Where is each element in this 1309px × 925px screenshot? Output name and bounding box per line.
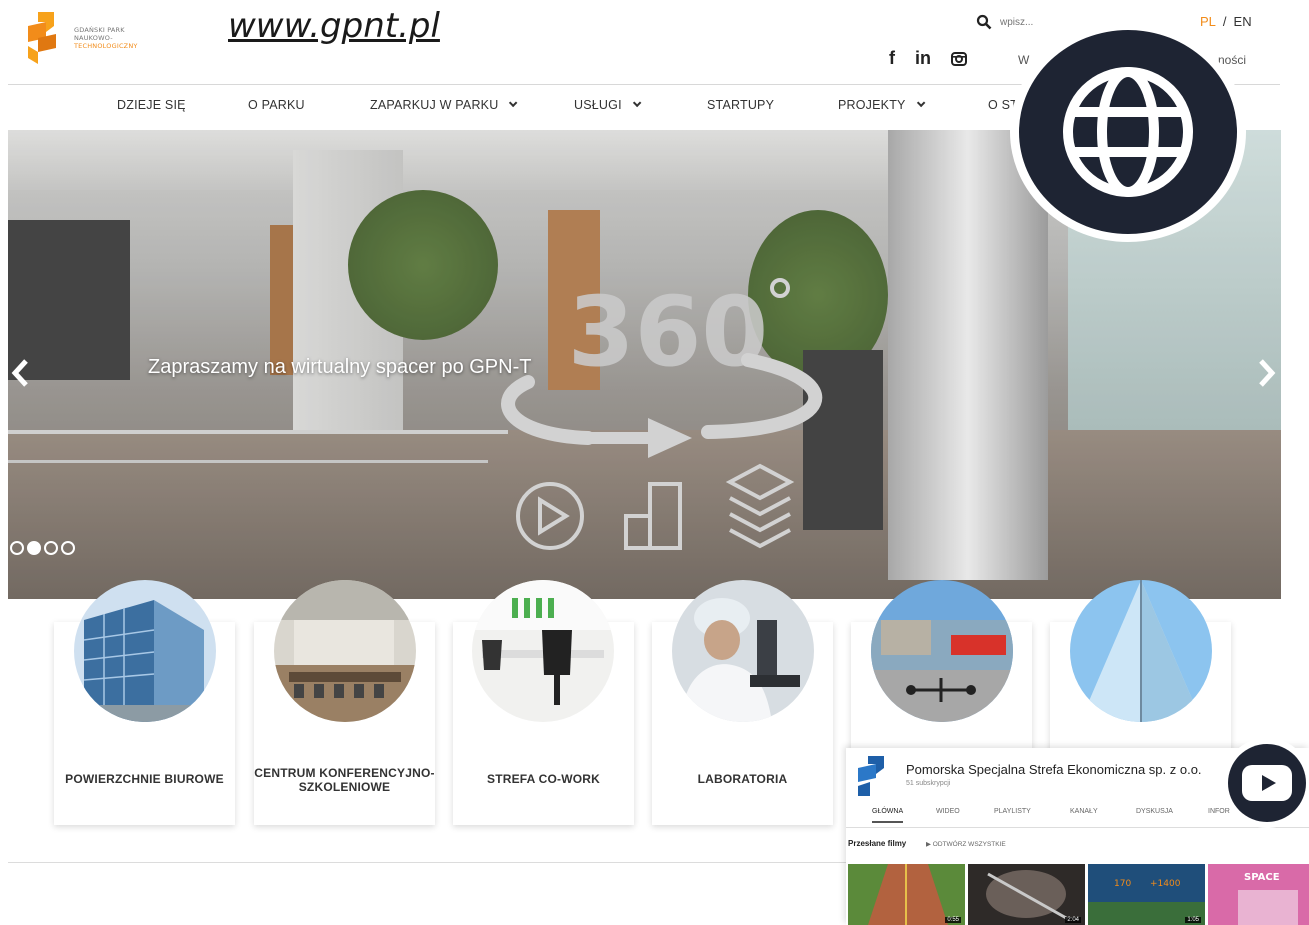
slider-dot-active[interactable] — [27, 541, 41, 555]
play-triangle — [538, 496, 570, 536]
search-icon[interactable] — [976, 14, 992, 30]
social-links: f in — [889, 48, 967, 69]
tab-playlisty[interactable]: PLAYLISTY — [994, 808, 1031, 815]
video-thumbnail[interactable]: 170 +1400 1:05 — [1088, 864, 1205, 925]
card-label: POWIERZCHNIE BIUROWE — [65, 772, 224, 786]
photo-coworking — [472, 580, 614, 722]
channel-logo-icon — [858, 756, 884, 796]
tour-360-text: 360 — [568, 276, 768, 388]
play-all-link[interactable]: ▶ ODTWÓRZ WSZYSTKIE — [926, 840, 1006, 848]
photo-glass-facade — [1070, 580, 1212, 722]
slider-dot[interactable] — [44, 541, 58, 555]
nav-label: ZAPARKUJ W PARKU — [370, 98, 499, 112]
thumbnail-image: 170 +1400 — [1088, 864, 1205, 925]
card-label-line: CENTRUM KONFERENCYJNO- — [254, 766, 435, 780]
floor-plan-icon[interactable] — [624, 482, 682, 550]
utility-link-cut[interactable]: W — [1018, 53, 1029, 67]
linkedin-icon[interactable]: in — [915, 48, 931, 69]
photo-drone-harbour — [871, 580, 1013, 722]
layers-icon[interactable] — [725, 463, 795, 501]
nav-label: O PARKU — [248, 98, 305, 112]
logo-line-1: GDAŃSKI PARK — [74, 26, 125, 34]
layers-icon-lines — [729, 496, 791, 549]
uploads-heading: Przesłane filmy — [848, 839, 907, 848]
nav-label: USŁUGI — [574, 98, 622, 112]
globe-badge-inner[interactable] — [1019, 30, 1237, 234]
photo-laboratory — [672, 580, 814, 722]
video-thumbnail[interactable]: SPACE 1 — [1208, 864, 1309, 925]
logo-text: GDAŃSKI PARK NAUKOWO- TECHNOLOGICZNY — [74, 26, 138, 50]
nav-item-o-parku[interactable]: O PARKU — [248, 98, 305, 112]
youtube-badge-inner[interactable] — [1228, 744, 1306, 822]
nav-item-uslugi[interactable]: USŁUGI — [574, 98, 642, 112]
tour-360-arc-left — [501, 375, 595, 445]
logo-line-2: NAUKOWO- — [74, 34, 113, 42]
lang-pl[interactable]: PL — [1200, 14, 1216, 29]
gpnt-logo-icon — [28, 12, 56, 64]
chevron-right-icon[interactable] — [1255, 358, 1277, 388]
video-thumbnail[interactable]: 0:55 — [848, 864, 965, 925]
tour-360-arrow-shaft — [588, 432, 650, 444]
channel-subscribers: 51 subskrypcji — [906, 780, 951, 787]
thumbnail-image: SPACE — [1208, 864, 1309, 925]
photo-conference-room — [274, 580, 416, 722]
lang-separator: / — [1222, 14, 1227, 29]
nav-item-startupy[interactable]: STARTUPY — [707, 98, 774, 112]
gpnt-logo[interactable]: GDAŃSKI PARK NAUKOWO- TECHNOLOGICZNY — [24, 10, 224, 66]
slider-dots — [10, 541, 75, 555]
site-url[interactable]: www.gpnt.pl — [228, 6, 440, 46]
channel-name[interactable]: Pomorska Specjalna Strefa Ekonomiczna sp… — [906, 762, 1202, 777]
chevron-down-icon — [632, 98, 642, 108]
photo-office-building — [74, 580, 216, 722]
nav-label: PROJEKTY — [838, 98, 906, 112]
slider-dot[interactable] — [61, 541, 75, 555]
nav-item-zaparkuj-w-parku[interactable]: ZAPARKUJ W PARKU — [370, 98, 518, 112]
logo-line-3: TECHNOLOGICZNY — [74, 42, 138, 50]
lang-en[interactable]: EN — [1234, 14, 1252, 29]
page: GDAŃSKI PARK NAUKOWO- TECHNOLOGICZNY www… — [0, 0, 1309, 925]
slider-dot[interactable] — [10, 541, 24, 555]
card-label: STREFA CO-WORK — [486, 772, 600, 786]
card-label: CENTRUM KONFERENCYJNO- SZKOLENIOWE — [254, 766, 435, 794]
thumbnail-title: SPACE — [1244, 872, 1280, 883]
nav-item-projekty[interactable]: PROJEKTY — [838, 98, 925, 112]
tab-informacje[interactable]: INFOR — [1208, 808, 1230, 815]
video-thumbnail[interactable]: 2:04 — [968, 864, 1085, 925]
hero-caption[interactable]: Zapraszamy na wirtualny spacer po GPN-T — [148, 356, 531, 379]
card-label: LABORATORIA — [697, 772, 788, 786]
instagram-icon[interactable] — [951, 51, 967, 67]
video-duration: 1:05 — [1185, 917, 1201, 923]
tour-360-arrow — [648, 418, 692, 458]
thumbnail-stat: 170 — [1114, 879, 1131, 889]
chevron-down-icon — [916, 98, 925, 108]
tab-glowna[interactable]: GŁÓWNA — [872, 808, 904, 823]
video-duration: 0:55 — [945, 917, 961, 923]
card-label-line: SZKOLENIOWE — [298, 780, 391, 794]
youtube-icon — [1242, 765, 1292, 801]
tab-dyskusja[interactable]: DYSKUSJA — [1136, 808, 1173, 815]
nav-label: STARTUPY — [707, 98, 775, 112]
video-duration: 2:04 — [1065, 917, 1081, 923]
nav-label: DZIEJE SIĘ — [117, 98, 186, 112]
nav-item-dzieje-sie[interactable]: DZIEJE SIĘ — [117, 98, 186, 112]
language-switcher: PL / EN — [1200, 14, 1252, 29]
tour-360-graphic[interactable]: 360 — [468, 270, 868, 570]
facebook-icon[interactable]: f — [889, 48, 895, 69]
globe-icon — [1063, 67, 1193, 197]
degree-symbol — [770, 278, 790, 298]
thumbnail-image — [848, 864, 965, 925]
thumbnail-stat: +1400 — [1150, 879, 1181, 889]
thumbnail-image — [968, 864, 1085, 925]
play-circle-icon[interactable] — [516, 482, 584, 550]
tab-kanaly[interactable]: KANAŁY — [1070, 808, 1098, 815]
chevron-left-icon[interactable] — [10, 358, 32, 388]
content-divider — [8, 862, 848, 863]
tab-wideo[interactable]: WIDEO — [936, 808, 960, 815]
chevron-down-icon — [509, 98, 518, 108]
